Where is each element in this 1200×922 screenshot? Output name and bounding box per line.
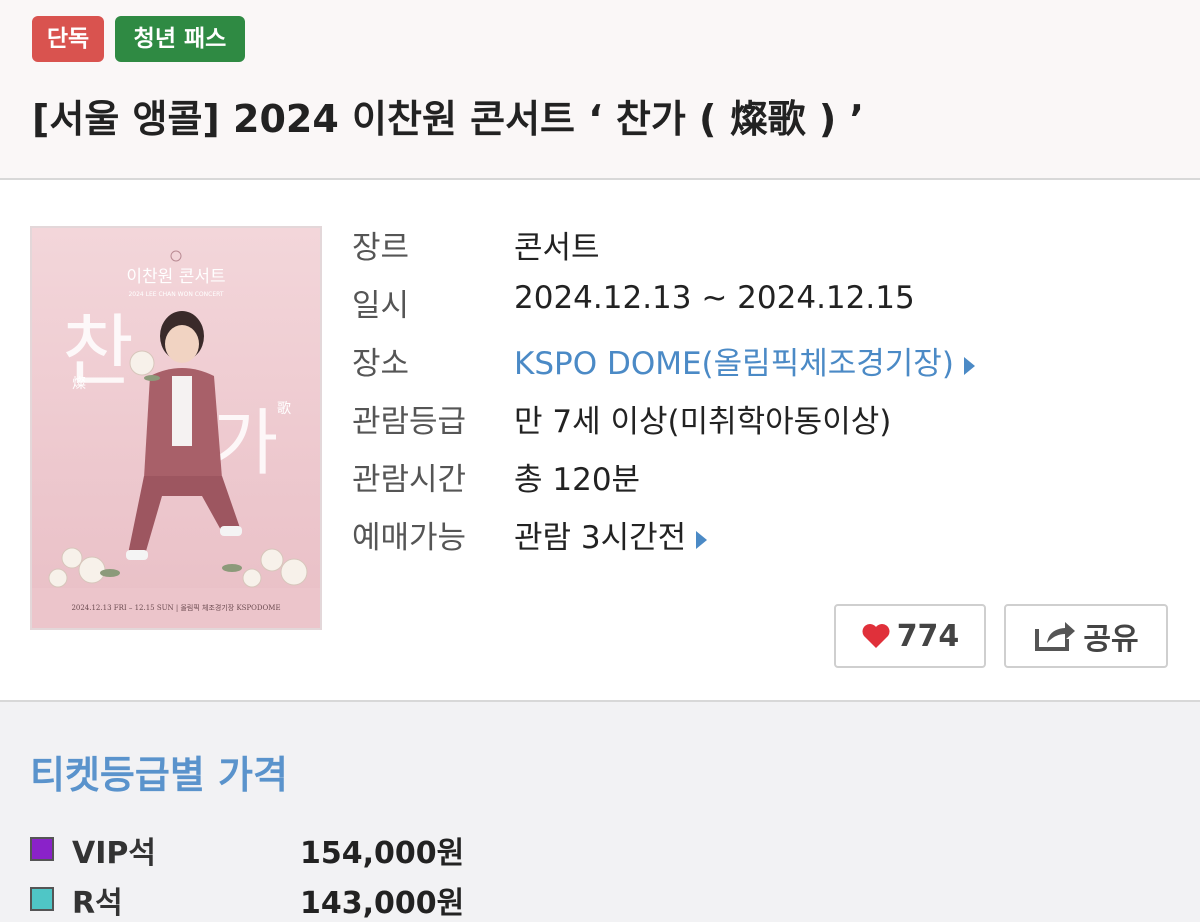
poster-image[interactable]: 이찬원 콘서트 2024 LEE CHAN WON CONCERT 찬 燦 가 … [30, 226, 322, 630]
poster-hanja-2: 歌 [277, 401, 291, 417]
like-button[interactable]: 774 [834, 604, 986, 668]
price-heading: 티켓등급별 가격 [30, 753, 288, 797]
date-label: 일시 [352, 288, 410, 324]
genre-value: 콘서트 [514, 230, 600, 266]
page-title: [서울 앵콜] 2024 이찬원 콘서트 ‘ 찬가 ( 燦歌 ) ’ [32, 97, 864, 141]
triangle-right-icon [696, 530, 708, 549]
booking-link[interactable]: 관람 3시간전 [514, 512, 708, 557]
booking-value: 관람 3시간전 [514, 520, 687, 556]
exclusive-badge: 단독 [32, 16, 104, 62]
page-header: 단독 청년 패스 [서울 앵콜] 2024 이찬원 콘서트 ‘ 찬가 ( 燦歌 … [0, 0, 1200, 180]
triangle-right-icon [963, 356, 975, 375]
poster-hanja-1: 燦 [72, 376, 86, 392]
grade-label: VIP석 [72, 836, 156, 871]
poster-artwork: 이찬원 콘서트 2024 LEE CHAN WON CONCERT 찬 燦 가 … [32, 228, 320, 628]
r-color-swatch [30, 887, 54, 911]
event-detail: 이찬원 콘서트 2024 LEE CHAN WON CONCERT 찬 燦 가 … [0, 180, 1200, 702]
like-count: 774 [896, 618, 960, 654]
rating-label: 관람등급 [352, 404, 467, 440]
share-icon [1035, 622, 1076, 651]
rating-value: 만 7세 이상(미취학아동이상) [514, 404, 892, 440]
grade-label: R석 [72, 886, 123, 921]
share-button[interactable]: 공유 [1004, 604, 1168, 668]
venue-label: 장소 [352, 346, 410, 382]
heart-icon [862, 624, 890, 648]
runtime-value: 총 120분 [514, 462, 641, 498]
share-label: 공유 [1083, 622, 1139, 657]
poster-footer-text: 2024.12.13 FRI – 12.15 SUN | 올림픽 체조경기장 K… [71, 603, 280, 612]
genre-label: 장르 [352, 230, 410, 266]
poster-top-text: 이찬원 콘서트 [126, 267, 225, 287]
poster-sub-text: 2024 LEE CHAN WON CONCERT [128, 291, 223, 298]
price-value: 154,000원 [300, 836, 465, 871]
price-section: 티켓등급별 가격 VIP석 154,000원 R석 143,000원 [0, 702, 1200, 922]
price-value: 143,000원 [300, 886, 465, 921]
youth-pass-badge: 청년 패스 [115, 16, 245, 62]
venue-value: KSPO DOME(올림픽체조경기장) [514, 346, 954, 382]
vip-color-swatch [30, 837, 54, 861]
date-value: 2024.12.13 ~ 2024.12.15 [514, 280, 915, 316]
runtime-label: 관람시간 [352, 462, 467, 498]
poster-big-char-2: 가 [212, 401, 278, 485]
booking-label: 예매가능 [352, 520, 467, 556]
venue-link[interactable]: KSPO DOME(올림픽체조경기장) [514, 338, 975, 383]
